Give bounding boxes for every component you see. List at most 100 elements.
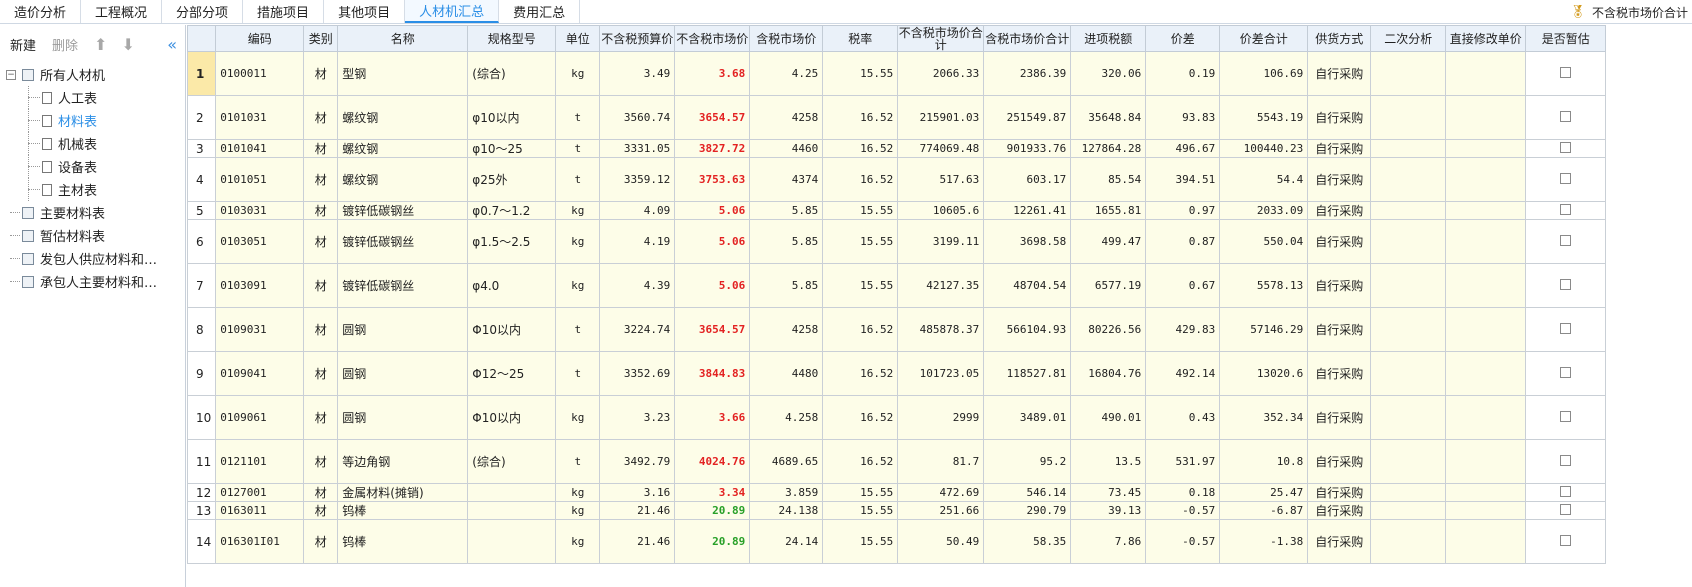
provisional-checkbox[interactable] (1560, 278, 1572, 290)
arrow-up-icon[interactable]: ⬆︎ (94, 35, 107, 54)
tax-rate-cell[interactable]: 15.55 (822, 519, 899, 564)
secondary-analysis-cell[interactable] (1370, 139, 1447, 158)
tax-rate-cell[interactable]: 15.55 (822, 201, 899, 220)
price-diff-sum-cell[interactable]: 5578.13 (1219, 263, 1309, 308)
price-diff-sum-cell[interactable]: 57146.29 (1219, 307, 1309, 352)
category-cell[interactable]: 材 (303, 201, 339, 220)
tree-node[interactable]: 主材表 (0, 178, 185, 201)
column-header[interactable]: 含税市场价 (749, 25, 824, 52)
column-header[interactable]: 不含税预算价 (599, 25, 676, 52)
input-tax-cell[interactable]: 39.13 (1070, 501, 1147, 520)
market-price-cell[interactable]: 3.68 (674, 51, 751, 96)
market-price-cell[interactable]: 5.06 (674, 201, 751, 220)
table-row[interactable]: 5 0103031 材镀锌低碳钢丝 φ0.7～1.2 kg 4.09 5.06 5.85 15.… (187, 201, 1607, 220)
code-cell[interactable]: 0163011 (215, 501, 305, 520)
sum-notax-cell[interactable]: 251.66 (897, 501, 985, 520)
name-cell[interactable]: 金属材料(摊销) (337, 483, 469, 502)
tax-market-price-cell[interactable]: 4480 (749, 351, 824, 396)
market-price-cell[interactable]: 5.06 (674, 219, 751, 264)
name-cell[interactable]: 等边角钢 (337, 439, 469, 484)
budget-price-cell[interactable]: 3224.74 (599, 307, 676, 352)
tab-1[interactable]: 工程概况 (81, 0, 163, 23)
price-diff-cell[interactable]: 0.87 (1145, 219, 1221, 264)
name-cell[interactable]: 螺纹钢 (337, 157, 469, 202)
sum-notax-cell[interactable]: 774069.48 (897, 139, 985, 158)
column-header[interactable]: 供货方式 (1307, 25, 1372, 52)
tax-rate-cell[interactable]: 16.52 (822, 95, 899, 140)
tax-rate-cell[interactable]: 16.52 (822, 307, 899, 352)
direct-edit-price-cell[interactable] (1445, 139, 1527, 158)
tab-2[interactable]: 分部分项 (162, 0, 244, 23)
budget-price-cell[interactable]: 3352.69 (599, 351, 676, 396)
tax-market-price-cell[interactable]: 5.85 (749, 263, 824, 308)
price-diff-cell[interactable]: 93.83 (1145, 95, 1221, 140)
secondary-analysis-cell[interactable] (1370, 395, 1447, 440)
direct-edit-price-cell[interactable] (1445, 395, 1527, 440)
category-cell[interactable]: 材 (303, 483, 339, 502)
spec-cell[interactable]: φ1.5～2.5 (467, 219, 557, 264)
sum-tax-cell[interactable]: 566104.93 (983, 307, 1072, 352)
price-diff-sum-cell[interactable]: 54.4 (1219, 157, 1309, 202)
tree-node[interactable]: 人工表 (0, 86, 185, 109)
row-number[interactable]: 2 (187, 95, 217, 140)
tree-node[interactable]: 承包人主要材料和… (0, 270, 185, 293)
price-diff-cell[interactable]: 0.67 (1145, 263, 1221, 308)
sum-notax-cell[interactable]: 472.69 (897, 483, 985, 502)
budget-price-cell[interactable]: 3.23 (599, 395, 676, 440)
price-diff-cell[interactable]: 394.51 (1145, 157, 1221, 202)
code-cell[interactable]: 0101051 (215, 157, 305, 202)
budget-price-cell[interactable]: 4.39 (599, 263, 676, 308)
row-number[interactable]: 10 (187, 395, 217, 440)
spec-cell[interactable]: Φ12～25 (467, 351, 557, 396)
column-header[interactable]: 规格型号 (467, 25, 557, 52)
code-cell[interactable]: 016301I01 (215, 519, 305, 564)
column-header[interactable]: 直接修改单价 (1445, 25, 1527, 52)
secondary-analysis-cell[interactable] (1370, 201, 1447, 220)
supply-cell[interactable]: 自行采购 (1307, 519, 1372, 564)
sum-tax-cell[interactable]: 251549.87 (983, 95, 1072, 140)
name-cell[interactable]: 镀锌低碳钢丝 (337, 219, 469, 264)
supply-cell[interactable]: 自行采购 (1307, 263, 1372, 308)
sum-notax-cell[interactable]: 3199.11 (897, 219, 985, 264)
sum-notax-cell[interactable]: 42127.35 (897, 263, 985, 308)
market-price-cell[interactable]: 3.34 (674, 483, 751, 502)
market-price-cell[interactable]: 3.66 (674, 395, 751, 440)
code-cell[interactable]: 0103051 (215, 219, 305, 264)
row-number[interactable]: 13 (187, 501, 217, 520)
category-cell[interactable]: 材 (303, 519, 339, 564)
direct-edit-price-cell[interactable] (1445, 483, 1527, 502)
table-row[interactable]: 1 0100011 材型钢 (综合) kg 3.49 3.68 4.25 15.55 2066.3… (187, 51, 1607, 96)
spec-cell[interactable]: (综合) (467, 51, 557, 96)
tab-0[interactable]: 造价分析 (0, 0, 82, 23)
column-header[interactable]: 不含税市场价 (674, 25, 751, 52)
supply-cell[interactable]: 自行采购 (1307, 201, 1372, 220)
supply-cell[interactable]: 自行采购 (1307, 219, 1372, 264)
collapse-box-icon[interactable]: − (6, 69, 16, 80)
category-cell[interactable]: 材 (303, 307, 339, 352)
sum-tax-cell[interactable]: 603.17 (983, 157, 1072, 202)
delete-button[interactable]: 删除 (52, 35, 78, 54)
tax-rate-cell[interactable]: 15.55 (822, 51, 899, 96)
row-number[interactable]: 5 (187, 201, 217, 220)
price-diff-cell[interactable]: -0.57 (1145, 501, 1221, 520)
tax-market-price-cell[interactable]: 4258 (749, 307, 824, 352)
provisional-checkbox[interactable] (1560, 322, 1572, 334)
code-cell[interactable]: 0127001 (215, 483, 305, 502)
price-diff-sum-cell[interactable]: 10.8 (1219, 439, 1309, 484)
secondary-analysis-cell[interactable] (1370, 307, 1447, 352)
name-cell[interactable]: 镀锌低碳钢丝 (337, 263, 469, 308)
sum-tax-cell[interactable]: 118527.81 (983, 351, 1072, 396)
secondary-analysis-cell[interactable] (1370, 51, 1447, 96)
category-cell[interactable]: 材 (303, 351, 339, 396)
column-header[interactable]: 含税市场价合计 (983, 25, 1072, 52)
direct-edit-price-cell[interactable] (1445, 219, 1527, 264)
unit-cell[interactable]: kg (555, 395, 601, 440)
spec-cell[interactable]: φ10以内 (467, 95, 557, 140)
unit-cell[interactable]: kg (555, 519, 601, 564)
price-diff-cell[interactable]: 0.43 (1145, 395, 1221, 440)
code-cell[interactable]: 0103031 (215, 201, 305, 220)
tree-node[interactable]: 机械表 (0, 132, 185, 155)
code-cell[interactable]: 0101041 (215, 139, 305, 158)
tab-4[interactable]: 其他项目 (324, 0, 406, 23)
new-button[interactable]: 新建 (10, 35, 36, 54)
